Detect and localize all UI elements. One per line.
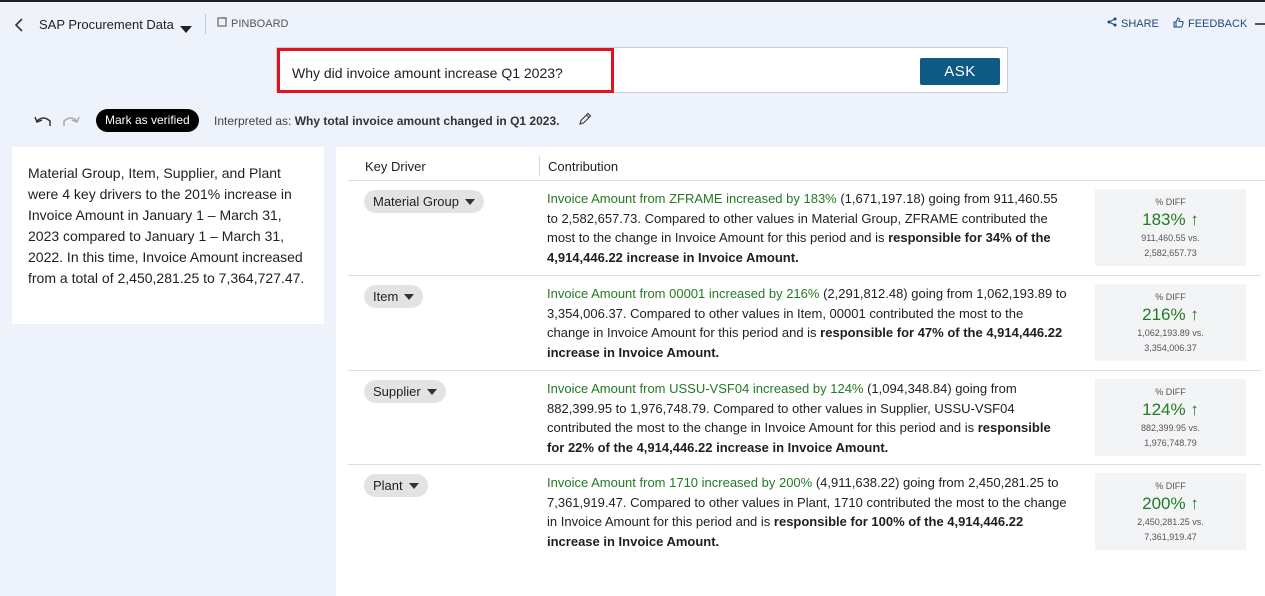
caret-down-icon (408, 482, 419, 489)
search-bar[interactable]: Why did invoice amount increase Q1 2023?… (276, 47, 1008, 93)
undo-icon[interactable] (33, 114, 53, 133)
contribution-lead: Invoice Amount from USSU-VSF04 increased… (547, 381, 864, 396)
diff-to: 2,582,657.73 (1144, 248, 1197, 258)
left-panel-blank (0, 324, 336, 596)
diff-card: % DIFF 216% ↑ 1,062,193.89 vs. 3,354,006… (1095, 284, 1246, 361)
contribution-text: Invoice Amount from 00001 increased by 2… (547, 284, 1067, 362)
driver-label: Item (373, 289, 399, 304)
share-button[interactable]: SHARE (1107, 17, 1159, 30)
table-row: Material Group Invoice Amount from ZFRAM… (348, 181, 1261, 276)
ask-button[interactable]: ASK (920, 58, 1000, 85)
chevron-left-icon[interactable] (14, 17, 28, 35)
key-drivers-panel: Key Driver Contribution Material Group I… (336, 147, 1265, 596)
interpretation-value: Why total invoice amount changed in Q1 2… (294, 114, 560, 128)
interpretation-text: Interpreted as: Why total invoice amount… (214, 114, 559, 128)
diff-card: % DIFF 124% ↑ 882,399.95 vs. 1,976,748.7… (1095, 379, 1246, 456)
contribution-lead: Invoice Amount from ZFRAME increased by … (547, 191, 837, 206)
column-divider (539, 156, 540, 176)
driver-chip-supplier[interactable]: Supplier (364, 380, 446, 403)
diff-from: 1,062,193.89 vs. (1137, 328, 1204, 338)
contribution-lead: Invoice Amount from 1710 increased by 20… (547, 475, 813, 490)
search-input[interactable]: Why did invoice amount increase Q1 2023? (292, 65, 563, 81)
contribution-text: Invoice Amount from 1710 increased by 20… (547, 473, 1067, 551)
share-label: SHARE (1121, 17, 1159, 30)
driver-chip-material-group[interactable]: Material Group (364, 190, 484, 213)
collapse-icon[interactable] (1255, 23, 1265, 25)
driver-chip-plant[interactable]: Plant (364, 474, 428, 497)
diff-label: % DIFF (1155, 481, 1186, 491)
contribution-text: Invoice Amount from USSU-VSF04 increased… (547, 379, 1067, 457)
pencil-icon[interactable] (578, 112, 592, 131)
contribution-lead: Invoice Amount from 00001 increased by 2… (547, 286, 820, 301)
redo-icon[interactable] (61, 114, 81, 133)
table-row: Plant Invoice Amount from 1710 increased… (348, 465, 1261, 559)
share-icon (1107, 17, 1117, 30)
table-row: Supplier Invoice Amount from USSU-VSF04 … (348, 371, 1261, 465)
mark-verified-button[interactable]: Mark as verified (96, 109, 199, 132)
driver-label: Material Group (373, 194, 459, 209)
diff-percent: 183% ↑ (1142, 210, 1199, 229)
driver-label: Supplier (373, 384, 421, 399)
caret-down-icon[interactable] (180, 21, 192, 33)
diff-label: % DIFF (1155, 197, 1186, 207)
pinboard-icon (217, 17, 227, 30)
caret-down-icon (464, 198, 475, 205)
summary-card: Material Group, Item, Supplier, and Plan… (12, 147, 324, 324)
diff-percent: 200% ↑ (1142, 494, 1199, 513)
contribution-text: Invoice Amount from ZFRAME increased by … (547, 189, 1067, 267)
diff-card: % DIFF 200% ↑ 2,450,281.25 vs. 7,361,919… (1095, 473, 1246, 550)
table-row: Item Invoice Amount from 00001 increased… (348, 276, 1261, 371)
column-header-key-driver[interactable]: Key Driver (365, 159, 426, 174)
caret-down-icon (426, 388, 437, 395)
diff-from: 2,450,281.25 vs. (1137, 517, 1204, 527)
driver-label: Plant (373, 478, 403, 493)
diff-to: 7,361,919.47 (1144, 532, 1197, 542)
interpretation-prefix: Interpreted as: (214, 114, 292, 128)
dataset-name[interactable]: SAP Procurement Data (39, 17, 174, 32)
caret-down-icon (404, 293, 415, 300)
pinboard-link[interactable]: PINBOARD (217, 17, 288, 30)
diff-percent: 124% ↑ (1142, 400, 1199, 419)
feedback-label: FEEDBACK (1188, 18, 1248, 30)
feedback-button[interactable]: FEEDBACK (1173, 17, 1247, 31)
diff-label: % DIFF (1155, 292, 1186, 302)
driver-chip-item[interactable]: Item (364, 285, 424, 308)
diff-to: 3,354,006.37 (1144, 343, 1197, 353)
diff-from: 911,460.55 vs. (1141, 233, 1200, 243)
diff-percent: 216% ↑ (1142, 305, 1199, 324)
diff-card: % DIFF 183% ↑ 911,460.55 vs. 2,582,657.7… (1095, 189, 1246, 266)
diff-from: 882,399.95 vs. (1140, 423, 1201, 433)
top-bar: SAP Procurement Data PINBOARD SHARE FEED… (0, 2, 1265, 48)
diff-to: 1,976,748.79 (1144, 438, 1197, 448)
thumbs-up-icon (1173, 17, 1184, 31)
column-header-contribution[interactable]: Contribution (548, 159, 618, 174)
summary-text: Material Group, Item, Supplier, and Plan… (28, 165, 305, 286)
header-divider (205, 14, 206, 34)
diff-label: % DIFF (1155, 387, 1186, 397)
pinboard-label: PINBOARD (231, 17, 289, 30)
